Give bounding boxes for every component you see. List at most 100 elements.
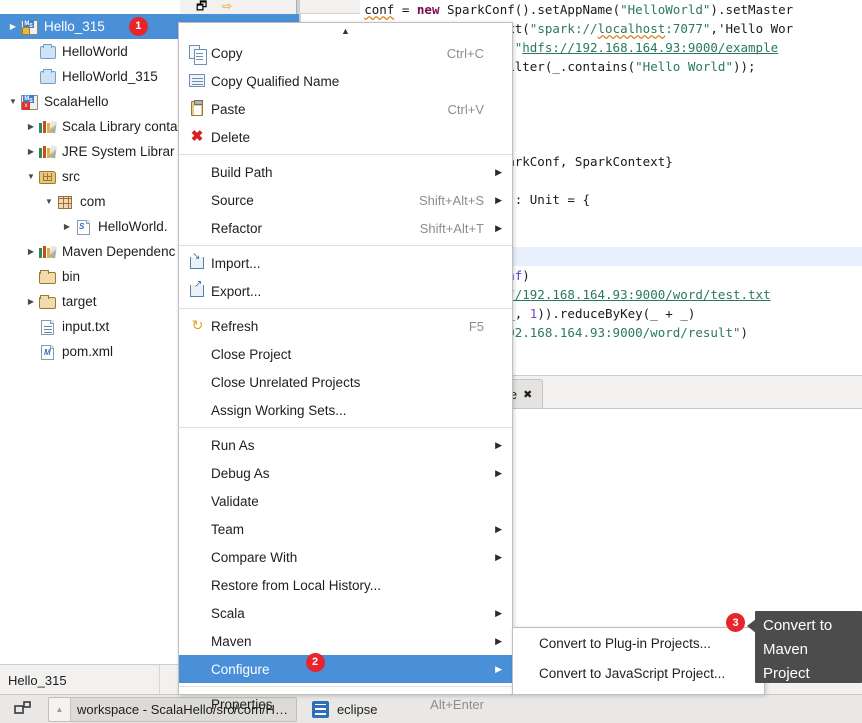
paste-icon bbox=[191, 100, 203, 116]
menu-item-source[interactable]: Source Shift+Alt+S ▶ bbox=[179, 186, 512, 214]
menu-item-run-as[interactable]: Run As ▶ bbox=[179, 431, 512, 459]
show-desktop-glyph bbox=[14, 701, 31, 714]
scala-project-error-icon: MS x bbox=[21, 94, 38, 110]
menu-icon-placeholder bbox=[187, 191, 211, 209]
folder-closed-icon bbox=[38, 68, 58, 86]
submenu-item-convert-to-javascript-project[interactable]: Convert to JavaScript Project... bbox=[513, 658, 764, 688]
chevron-down-icon[interactable]: ▼ bbox=[42, 189, 56, 214]
tree-item-label: HelloWorld. bbox=[98, 219, 168, 234]
menu-item-paste[interactable]: Paste Ctrl+V bbox=[179, 95, 512, 123]
step-badge-3: 3 bbox=[726, 613, 745, 632]
chevron-right-icon[interactable]: ▶ bbox=[24, 114, 38, 139]
menu-icon-placeholder bbox=[187, 163, 211, 181]
convert-to-maven-tooltip: Convert to Maven Project bbox=[747, 611, 862, 683]
chevron-down-icon[interactable]: ▼ bbox=[6, 89, 20, 114]
code-token: ) bbox=[522, 268, 530, 283]
menu-item-label: Run As bbox=[211, 437, 255, 453]
menu-item-label: Delete bbox=[211, 129, 251, 145]
menu-separator bbox=[179, 245, 512, 246]
folder-open-icon bbox=[38, 293, 58, 311]
configure-submenu[interactable]: Convert to Plug-in Projects... Convert to… bbox=[512, 627, 765, 695]
chevron-down-icon[interactable]: ▼ bbox=[24, 164, 38, 189]
menu-item-label: Refactor bbox=[211, 220, 263, 236]
delete-icon: ✖ bbox=[187, 128, 211, 146]
show-desktop-icon[interactable] bbox=[4, 696, 44, 723]
project-context-menu[interactable]: ▲ Copy Ctrl+C Copy Qualified Name Paste Ctrl… bbox=[178, 22, 513, 723]
menu-item-close-unrelated-projects[interactable]: Close Unrelated Projects bbox=[179, 368, 512, 396]
folder-closed-icon bbox=[38, 43, 58, 61]
context-menu-items: Copy Ctrl+C Copy Qualified Name Paste Ctrl+V… bbox=[179, 39, 512, 718]
menu-icon-placeholder bbox=[187, 632, 211, 650]
scala-project-locked-icon: MS bbox=[21, 19, 38, 35]
menu-item-label: Compare With bbox=[211, 549, 298, 565]
code-token: )).reduceByKey(_ + _) bbox=[537, 306, 696, 321]
menu-item-label: Properties bbox=[211, 696, 273, 712]
menu-item-label: Assign Working Sets... bbox=[211, 402, 347, 418]
menu-scroll-up-arrow[interactable]: ▲ bbox=[179, 23, 512, 39]
menu-item-refresh[interactable]: ↻ Refresh F5 bbox=[179, 312, 512, 340]
menu-icon-placeholder bbox=[187, 219, 211, 237]
chevron-right-icon[interactable]: ▶ bbox=[60, 214, 74, 239]
chevron-right-icon[interactable]: ▶ bbox=[24, 289, 38, 314]
submenu-item-convert-to-plug-in-projects[interactable]: Convert to Plug-in Projects... bbox=[513, 628, 764, 658]
code-token: :7077" bbox=[665, 21, 711, 36]
import-icon bbox=[190, 251, 204, 269]
menu-item-close-project[interactable]: Close Project bbox=[179, 340, 512, 368]
close-icon[interactable]: ✖ bbox=[523, 388, 532, 401]
menu-item-delete[interactable]: ✖ Delete bbox=[179, 123, 512, 151]
step-badge-1: 1 bbox=[128, 17, 148, 36]
menu-item-configure[interactable]: Configure 2 ▶ bbox=[179, 652, 512, 683]
menu-icon-placeholder bbox=[187, 576, 211, 594]
submenu-arrow-icon: ▶ bbox=[495, 222, 502, 233]
folder-open-icon bbox=[39, 294, 56, 309]
console-tab-row: le ✖ bbox=[490, 376, 862, 408]
submenu-arrow-icon: ▶ bbox=[495, 523, 502, 534]
menu-item-label: Close Project bbox=[211, 346, 292, 362]
code-token: "Hello World" bbox=[635, 59, 733, 74]
tree-item-label: bin bbox=[62, 269, 81, 284]
menu-item-restore-from-local-history[interactable]: Restore from Local History... bbox=[179, 571, 512, 599]
code-token: conf bbox=[364, 2, 395, 17]
menu-item-label: Close Unrelated Projects bbox=[211, 374, 361, 390]
source-folder-icon bbox=[38, 168, 58, 186]
library-icon bbox=[38, 118, 58, 136]
scala-project-error-icon: MS x bbox=[20, 93, 40, 111]
menu-item-label: Export... bbox=[211, 283, 262, 299]
menu-item-scala[interactable]: Scala ▶ bbox=[179, 599, 512, 627]
menu-icon-placeholder bbox=[187, 345, 211, 363]
submenu-arrow-icon: ▶ bbox=[495, 551, 502, 562]
folder-closed-icon bbox=[40, 68, 56, 84]
menu-item-label: Team bbox=[211, 521, 245, 537]
menu-icon-placeholder bbox=[187, 660, 211, 678]
library-icon bbox=[39, 120, 57, 134]
menu-item-import[interactable]: Import... bbox=[179, 249, 512, 277]
chevron-right-icon[interactable]: ▶ bbox=[24, 239, 38, 264]
copy-icon bbox=[189, 45, 207, 65]
menu-item-export[interactable]: Export... bbox=[179, 277, 512, 305]
chevron-right-icon[interactable]: ▶ bbox=[6, 14, 20, 39]
folder-open-icon bbox=[38, 268, 58, 286]
menu-item-build-path[interactable]: Build Path ▶ bbox=[179, 158, 512, 186]
menu-item-validate[interactable]: Validate bbox=[179, 487, 512, 515]
menu-item-copy[interactable]: Copy Ctrl+C bbox=[179, 39, 512, 67]
chevron-right-icon[interactable]: ▶ bbox=[24, 139, 38, 164]
tree-item-label: HelloWorld_315 bbox=[62, 69, 158, 84]
menu-item-assign-working-sets[interactable]: Assign Working Sets... bbox=[179, 396, 512, 424]
menu-item-team[interactable]: Team ▶ bbox=[179, 515, 512, 543]
menu-item-properties[interactable]: Properties Alt+Enter bbox=[179, 690, 512, 718]
menu-item-copy-qualified-name[interactable]: Copy Qualified Name bbox=[179, 67, 512, 95]
menu-item-compare-with[interactable]: Compare With ▶ bbox=[179, 543, 512, 571]
refresh-icon: ↻ bbox=[191, 317, 204, 333]
copy-qualified-icon bbox=[187, 72, 211, 90]
link-with-editor-icon[interactable]: ⇨ bbox=[222, 0, 232, 13]
menu-item-maven[interactable]: Maven ▶ bbox=[179, 627, 512, 655]
menu-item-label: Configure bbox=[211, 661, 270, 677]
menu-scroll-down-arrow[interactable]: ▼ bbox=[179, 718, 512, 723]
collapse-all-icon[interactable]: 🗗 bbox=[196, 0, 207, 13]
code-token: = bbox=[394, 2, 417, 17]
menu-item-refactor[interactable]: Refactor Shift+Alt+T ▶ bbox=[179, 214, 512, 242]
submenu-arrow-icon: ▶ bbox=[495, 635, 502, 646]
menu-item-debug-as[interactable]: Debug As ▶ bbox=[179, 459, 512, 487]
tree-item-label: Scala Library conta bbox=[62, 119, 178, 134]
code-token: SparkConf().setAppName( bbox=[439, 2, 621, 17]
